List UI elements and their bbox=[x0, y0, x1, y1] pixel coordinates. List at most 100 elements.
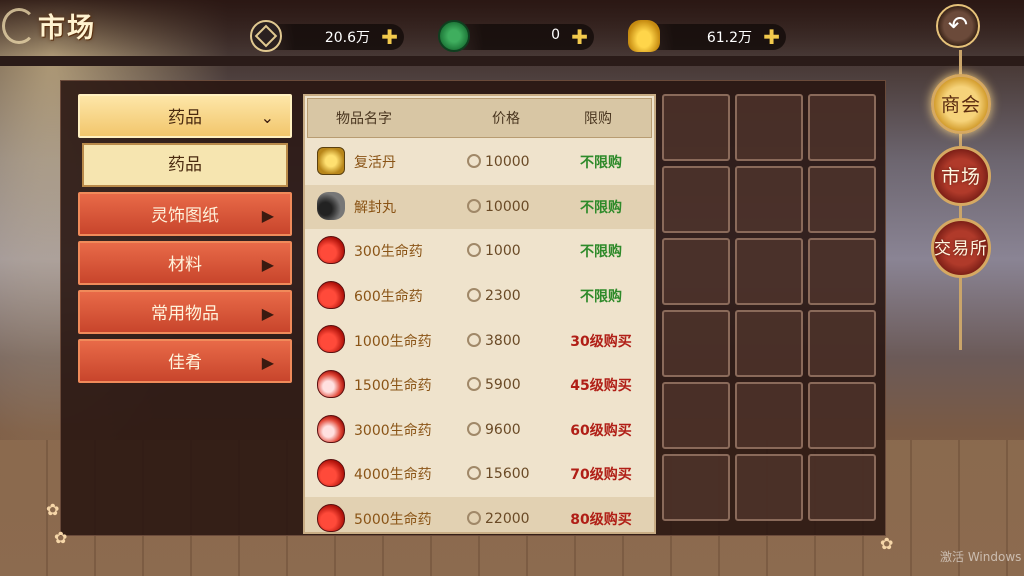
inventory-slot[interactable] bbox=[662, 94, 730, 161]
inventory-slot[interactable] bbox=[735, 382, 803, 449]
list-item[interactable]: 复活丹 10000 不限购 bbox=[305, 140, 654, 185]
item-price-value: 5900 bbox=[485, 377, 521, 394]
item-limit: 80级购买 bbox=[570, 512, 632, 529]
chevron-right-icon: ▶ bbox=[261, 304, 274, 323]
coin-icon bbox=[467, 377, 481, 392]
flower-decoration-icon: ✿ bbox=[54, 528, 68, 547]
list-item[interactable]: 1500生命药 5900 45级购买 bbox=[305, 363, 654, 408]
add-jade-button[interactable]: ✚ bbox=[571, 24, 588, 50]
jade-coin-icon bbox=[438, 20, 470, 52]
item-price-value: 15600 bbox=[485, 466, 530, 483]
header-price: 价格 bbox=[492, 111, 520, 127]
currency-gold: 61.2万 ✚ bbox=[628, 20, 786, 52]
list-item[interactable]: 600生命药 2300 不限购 bbox=[305, 274, 654, 319]
currency-jade-value: 0 bbox=[551, 27, 560, 43]
category-medicine-label: 药品 bbox=[168, 108, 202, 128]
back-arrow-icon: ↶ bbox=[947, 11, 969, 39]
item-limit: 不限购 bbox=[580, 244, 622, 261]
inventory-slot[interactable] bbox=[808, 454, 876, 521]
currency-jade: 0 ✚ bbox=[438, 20, 594, 52]
item-name: 4000生命药 bbox=[354, 467, 432, 484]
currency-copper-value: 20.6万 bbox=[324, 30, 370, 46]
chevron-right-icon: ▶ bbox=[261, 206, 274, 225]
add-copper-button[interactable]: ✚ bbox=[381, 24, 398, 50]
coin-icon bbox=[467, 154, 481, 169]
coin-icon bbox=[467, 243, 481, 258]
inventory-grid bbox=[662, 94, 886, 521]
item-limit: 45级购买 bbox=[570, 378, 632, 395]
inventory-slot[interactable] bbox=[808, 382, 876, 449]
list-item[interactable]: 3000生命药 9600 60级购买 bbox=[305, 408, 654, 453]
category-common-items[interactable]: 常用物品 ▶ bbox=[78, 290, 292, 334]
windows-watermark: 激活 Windows bbox=[940, 550, 1022, 564]
item-list: 物品名字 价格 限购 复活丹 10000 不限购 解封丸 10000 不限购 3… bbox=[303, 94, 656, 534]
category-medicine[interactable]: 药品 ⌄ bbox=[78, 94, 292, 138]
inventory-slot[interactable] bbox=[662, 238, 730, 305]
header-name: 物品名字 bbox=[336, 111, 392, 127]
item-price-value: 10000 bbox=[485, 154, 530, 171]
inventory-slot[interactable] bbox=[808, 238, 876, 305]
revive-pill-icon bbox=[317, 147, 345, 175]
coin-icon bbox=[467, 332, 481, 347]
inventory-slot[interactable] bbox=[735, 310, 803, 377]
chevron-down-icon: ⌄ bbox=[260, 108, 274, 127]
health-potion-icon bbox=[317, 369, 345, 398]
category-dishes[interactable]: 佳肴 ▶ bbox=[78, 339, 292, 383]
side-nav-shanghui[interactable]: 商会 bbox=[931, 74, 991, 134]
item-price-value: 1000 bbox=[485, 243, 521, 260]
health-potion-icon bbox=[317, 503, 345, 532]
item-price-value: 22000 bbox=[485, 511, 530, 528]
page-title: 市场 bbox=[38, 13, 96, 44]
inventory-slot[interactable] bbox=[735, 94, 803, 161]
item-price: 22000 bbox=[467, 511, 530, 527]
inventory-slot[interactable] bbox=[662, 310, 730, 377]
list-item[interactable]: 5000生命药 22000 80级购买 bbox=[305, 496, 654, 532]
back-button[interactable]: ↶ bbox=[936, 4, 980, 48]
gold-ingot-icon bbox=[628, 20, 660, 52]
health-potion-icon bbox=[317, 236, 345, 265]
coin-icon bbox=[467, 466, 481, 481]
subcategory-medicine[interactable]: 药品 bbox=[82, 143, 288, 187]
inventory-slot[interactable] bbox=[808, 94, 876, 161]
inventory-slot[interactable] bbox=[735, 166, 803, 233]
add-gold-button[interactable]: ✚ bbox=[763, 24, 780, 50]
unseal-pill-icon bbox=[317, 191, 345, 220]
list-item[interactable]: 解封丸 10000 不限购 bbox=[305, 184, 654, 230]
flower-decoration-icon: ✿ bbox=[46, 500, 60, 519]
category-label: 佳肴 bbox=[168, 353, 202, 373]
flower-decoration-icon: ✿ bbox=[880, 534, 894, 553]
item-price: 9600 bbox=[467, 421, 521, 438]
item-price: 10000 bbox=[467, 154, 530, 170]
inventory-slot[interactable] bbox=[735, 238, 803, 305]
copper-coin-icon bbox=[250, 20, 282, 52]
list-item[interactable]: 4000生命药 15600 70级购买 bbox=[305, 452, 654, 497]
coin-icon bbox=[467, 198, 481, 213]
list-item[interactable]: 1000生命药 3800 30级购买 bbox=[305, 318, 654, 363]
item-name: 3000生命药 bbox=[354, 422, 432, 439]
side-nav-exchange[interactable]: 交易所 bbox=[931, 218, 991, 278]
inventory-slot[interactable] bbox=[808, 166, 876, 233]
item-price-value: 9600 bbox=[485, 421, 521, 438]
item-price: 1000 bbox=[467, 243, 521, 259]
inventory-slot[interactable] bbox=[662, 454, 730, 521]
health-potion-icon bbox=[317, 414, 345, 443]
side-nav-market[interactable]: 市场 bbox=[931, 146, 991, 206]
item-name: 解封丸 bbox=[354, 199, 396, 216]
category-materials[interactable]: 材料 ▶ bbox=[78, 241, 292, 285]
health-potion-icon bbox=[317, 280, 345, 309]
item-limit: 不限购 bbox=[580, 199, 622, 216]
category-list: 药品 ⌄ 药品 灵饰图纸 ▶ 材料 ▶ 常用物品 ▶ 佳肴 ▶ bbox=[78, 94, 292, 388]
list-item[interactable]: 300生命药 1000 不限购 bbox=[305, 229, 654, 274]
category-lingshi-blueprint[interactable]: 灵饰图纸 ▶ bbox=[78, 192, 292, 236]
item-price-value: 10000 bbox=[485, 198, 530, 215]
title-ornament-icon bbox=[2, 8, 36, 44]
inventory-slot[interactable] bbox=[735, 454, 803, 521]
coin-icon bbox=[467, 511, 481, 526]
category-label: 材料 bbox=[168, 255, 202, 275]
inventory-slot[interactable] bbox=[808, 310, 876, 377]
item-limit: 不限购 bbox=[580, 155, 622, 172]
inventory-slot[interactable] bbox=[662, 166, 730, 233]
inventory-slot[interactable] bbox=[662, 382, 730, 449]
category-label: 灵饰图纸 bbox=[151, 206, 219, 226]
item-price: 15600 bbox=[467, 466, 530, 482]
